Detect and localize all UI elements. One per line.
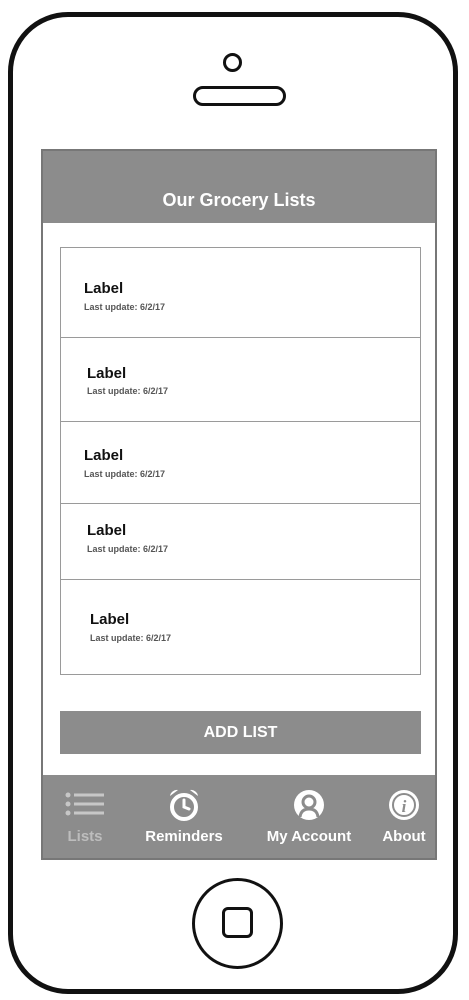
list-item-meta: Last update: 6/2/17 — [84, 302, 166, 312]
alarm-clock-icon — [164, 787, 204, 828]
list-item[interactable]: Label Last update: 6/2/17 — [61, 580, 420, 674]
add-list-button[interactable]: ADD LIST — [60, 711, 421, 754]
tab-lists[interactable]: Lists — [51, 775, 119, 858]
list-item-label: Label — [84, 280, 124, 297]
list-item[interactable]: Label Last update: 6/2/17 — [61, 248, 420, 338]
info-icon: i — [386, 787, 422, 828]
tab-about[interactable]: i About — [371, 775, 435, 858]
tab-my-account[interactable]: My Account — [255, 775, 363, 858]
list-item[interactable]: Label Last update: 6/2/17 — [61, 504, 420, 580]
front-camera — [223, 53, 242, 72]
list-item-meta: Last update: 6/2/17 — [84, 469, 166, 479]
grocery-list: Label Last update: 6/2/17 Label Last upd… — [60, 247, 421, 675]
tab-label: My Account — [266, 828, 352, 845]
list-item-label: Label — [84, 447, 124, 464]
tab-bar: Lists Reminders My Account i About — [43, 775, 435, 858]
list-item-meta: Last update: 6/2/17 — [87, 386, 169, 396]
tab-label: Reminders — [145, 828, 223, 845]
list-item-label: Label — [87, 522, 127, 539]
list-icon — [62, 787, 108, 826]
home-square-icon — [222, 907, 253, 938]
tab-label: About — [382, 828, 426, 845]
list-item-label: Label — [87, 365, 127, 382]
list-item-meta: Last update: 6/2/17 — [87, 544, 169, 554]
account-icon — [291, 787, 327, 828]
page-title: Our Grocery Lists — [43, 151, 435, 223]
tab-reminders[interactable]: Reminders — [138, 775, 230, 858]
app-screen: Our Grocery Lists Label Last update: 6/2… — [41, 149, 437, 860]
list-item[interactable]: Label Last update: 6/2/17 — [61, 338, 420, 422]
list-item[interactable]: Label Last update: 6/2/17 — [61, 422, 420, 504]
svg-text:i: i — [402, 797, 407, 816]
earpiece-speaker — [193, 86, 286, 106]
list-item-label: Label — [90, 611, 130, 628]
list-item-meta: Last update: 6/2/17 — [90, 633, 172, 643]
tab-label: Lists — [67, 828, 103, 845]
